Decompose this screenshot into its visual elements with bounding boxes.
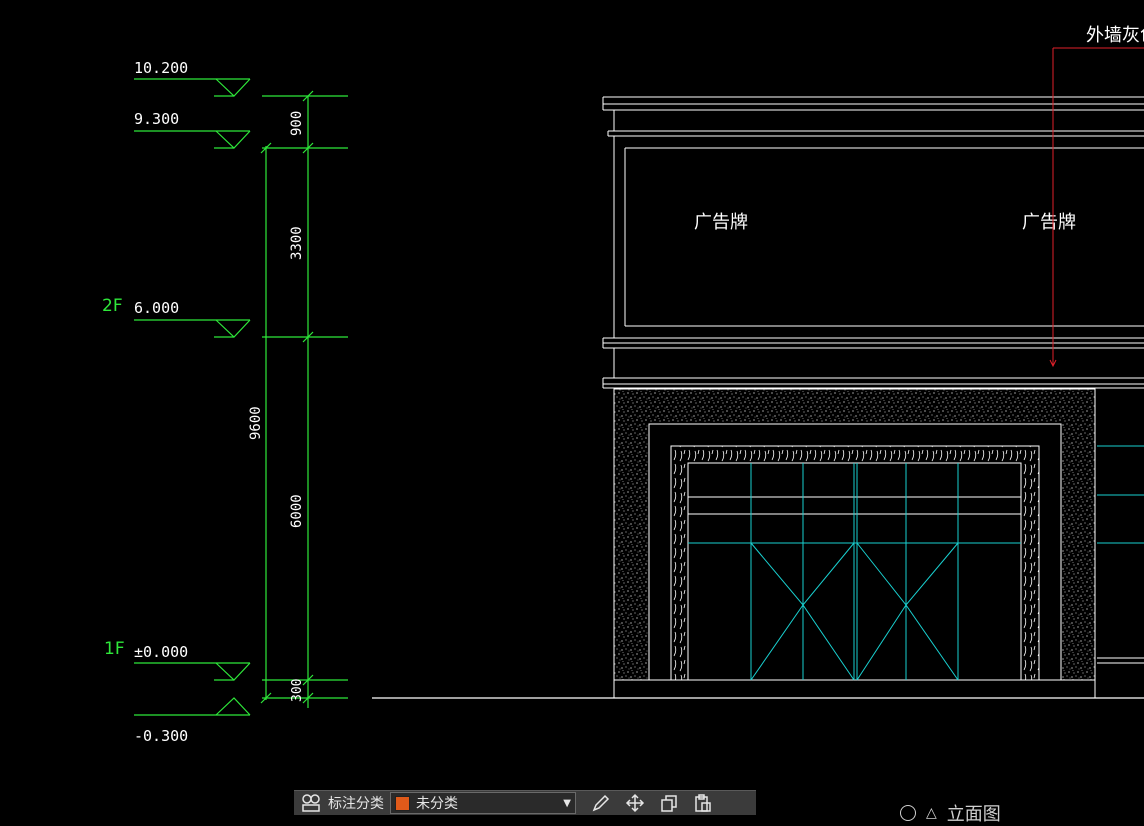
adjacent-window bbox=[1097, 445, 1144, 544]
view-label: 立面图 bbox=[946, 804, 1001, 825]
category-color-swatch bbox=[395, 795, 410, 811]
category-dropdown[interactable]: 未分类 ▼ bbox=[390, 792, 576, 814]
signboard-label-left: 广告牌 bbox=[694, 212, 748, 233]
category-label: 标注分类 bbox=[328, 796, 384, 812]
copy-icon[interactable] bbox=[658, 792, 680, 814]
view-title: △ 立面图 bbox=[900, 800, 1001, 826]
level-value: ±0.000 bbox=[134, 643, 188, 661]
adjacent-step bbox=[1097, 657, 1144, 664]
dimension-9600: 9600 bbox=[248, 406, 264, 440]
category-manager-icon[interactable] bbox=[300, 792, 322, 814]
chevron-down-icon: ▼ bbox=[563, 797, 571, 809]
triangle-icon: △ bbox=[926, 805, 937, 821]
facade-elevation bbox=[602, 96, 1144, 389]
level-value: -0.300 bbox=[134, 727, 188, 745]
material-leader bbox=[1049, 47, 1144, 368]
annotation-toolbar: 标注分类 未分类 ▼ bbox=[294, 790, 756, 815]
dimension-6000: 6000 bbox=[289, 494, 305, 528]
edit-icon[interactable] bbox=[590, 792, 612, 814]
level-value: 9.300 bbox=[134, 110, 179, 128]
level-marker-6000: 6.000 2F bbox=[102, 296, 251, 338]
level-value: 6.000 bbox=[134, 299, 179, 317]
floor-label-1f: 1F bbox=[104, 639, 125, 659]
dimension-3300: 3300 bbox=[289, 226, 305, 260]
level-marker-minus-300: -0.300 bbox=[134, 697, 251, 745]
dimension-300: 300 bbox=[290, 679, 305, 702]
level-marker-9300: 9.300 bbox=[134, 110, 251, 149]
category-value: 未分类 bbox=[416, 796, 458, 812]
level-marker-10200: 10.200 bbox=[134, 59, 251, 97]
dimension-chain bbox=[260, 90, 348, 708]
move-icon[interactable] bbox=[624, 792, 646, 814]
level-value: 10.200 bbox=[134, 59, 188, 77]
circle-icon bbox=[900, 805, 916, 821]
level-marker-0000: ±0.000 1F bbox=[104, 639, 251, 681]
glass-doors bbox=[688, 463, 1021, 681]
cad-drawing-canvas[interactable]: 10.200 9.300 6.000 2F ±0.000 1F -0.300 9… bbox=[0, 0, 1144, 814]
paste-icon[interactable] bbox=[692, 792, 714, 814]
signboard-label-right: 广告牌 bbox=[1022, 212, 1076, 233]
dimension-900: 900 bbox=[289, 111, 305, 136]
floor-label-2f: 2F bbox=[102, 296, 123, 316]
material-note: 外墙灰色 bbox=[1086, 25, 1144, 46]
